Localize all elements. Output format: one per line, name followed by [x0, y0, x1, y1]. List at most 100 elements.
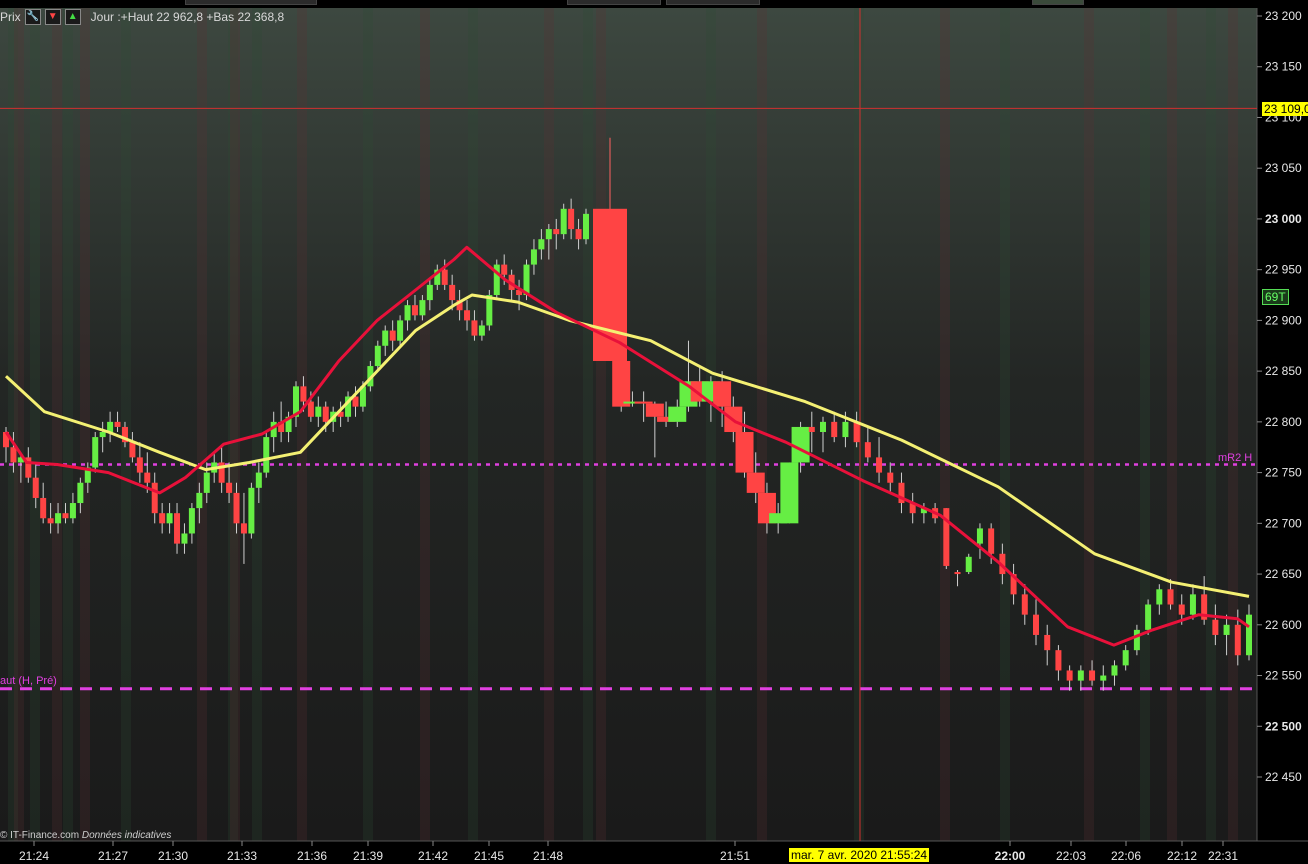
wrench-icon[interactable]: 🔧: [24, 9, 41, 25]
candle-body: [181, 533, 188, 544]
y-tick-label: 22 850: [1265, 364, 1302, 378]
candle-body: [831, 421, 838, 438]
y-tick-label: 22 600: [1265, 618, 1302, 632]
candle-body: [560, 208, 567, 235]
candle-body: [99, 432, 106, 438]
candle-body: [1234, 624, 1241, 656]
y-tick-label: 23 050: [1265, 161, 1302, 175]
candle-body: [464, 310, 471, 321]
candle-body: [69, 503, 76, 519]
candle-body: [233, 492, 240, 524]
time-stripe: [544, 8, 554, 841]
time-stripe: [1000, 8, 1010, 841]
candle-body: [486, 295, 493, 326]
candle-body: [1145, 604, 1152, 630]
candle-body: [1066, 670, 1073, 681]
x-tick-label: 21:33: [227, 849, 257, 863]
candle-body: [780, 462, 799, 524]
time-stripe: [30, 8, 40, 841]
time-stripe: [583, 8, 593, 841]
level-label-haut: aut (H, Pré): [0, 675, 57, 687]
cursor-date-tag: mar. 7 avr. 2020 21:55:24: [789, 848, 930, 862]
candle-body: [151, 482, 158, 514]
level-label-mr2: mR2 H: [1218, 452, 1253, 464]
x-tick-label: 22:31: [1208, 849, 1238, 863]
x-tick-label: 22:12: [1167, 849, 1197, 863]
toolbar-fragment[interactable]: [1032, 0, 1084, 5]
candle-body: [876, 457, 883, 473]
candle-body: [1021, 594, 1028, 615]
time-stripe: [1084, 8, 1094, 841]
candle-body: [1212, 619, 1219, 635]
candle-body: [307, 401, 314, 417]
candle-body: [1100, 675, 1107, 681]
candle-body: [668, 406, 687, 422]
time-stripe: [121, 8, 131, 841]
candle-body: [32, 477, 39, 498]
time-stripe: [252, 8, 262, 841]
candle-body: [568, 208, 575, 230]
candle-body: [1167, 589, 1174, 605]
candle-body: [315, 406, 322, 417]
toolbar-fragment[interactable]: [185, 0, 317, 5]
candle-body: [240, 523, 247, 534]
x-tick-label: 22:03: [1056, 849, 1086, 863]
y-tick-label: 22 900: [1265, 313, 1302, 327]
time-stripe: [468, 8, 478, 841]
candle-body: [77, 482, 84, 504]
candle-body: [1223, 624, 1230, 635]
candle-body: [575, 229, 582, 240]
candle-body: [374, 345, 381, 367]
toolbar-fragment[interactable]: [666, 0, 760, 5]
candle-body: [397, 320, 404, 341]
candle-body: [1033, 614, 1039, 635]
cursor-price-tag: 23 109,0: [1262, 102, 1308, 116]
candle: [493, 259, 500, 301]
y-axis-panel: [1257, 8, 1308, 864]
toolbar-fragment[interactable]: [567, 0, 661, 5]
candle-body: [553, 229, 560, 235]
candle-body: [196, 492, 203, 509]
time-stripe: [1140, 8, 1150, 841]
day-range-info: Jour :+Haut 22 962,8 +Bas 22 368,8: [90, 10, 285, 24]
candle-body: [1111, 665, 1118, 676]
arrow-down-icon[interactable]: ▼: [44, 9, 61, 25]
candle-body: [746, 472, 765, 493]
candle-body: [735, 432, 754, 473]
candle-body: [136, 457, 143, 473]
time-stripe: [297, 8, 307, 841]
candle-body: [887, 472, 894, 483]
chart-root: 23 200 23 150 23 100 23 050 23 000 22 950 22 9…: [0, 0, 1308, 864]
candle-body: [853, 421, 860, 443]
x-tick-label: 21:24: [19, 849, 49, 863]
candle-body: [1044, 634, 1051, 651]
x-tick-label: 21:45: [474, 849, 504, 863]
candle-body: [501, 264, 508, 275]
candle-body: [203, 472, 210, 493]
count-badge: 69T: [1262, 289, 1289, 305]
candle-body: [791, 426, 810, 463]
candle-body: [1089, 670, 1096, 681]
y-tick-label: 22 750: [1265, 466, 1302, 480]
candle-body: [389, 330, 396, 341]
candle-body: [1077, 670, 1084, 681]
time-stripe: [1206, 8, 1216, 841]
candle-body: [820, 421, 826, 433]
y-tick-label: 22 650: [1265, 567, 1302, 581]
candle-body: [1189, 594, 1196, 615]
candle-body: [40, 497, 47, 519]
x-tick-label: 21:30: [158, 849, 188, 863]
candle-body: [62, 513, 69, 519]
candle-body: [382, 330, 389, 346]
credit-line: © IT-Finance.com Données indicatives: [0, 830, 171, 841]
chart-canvas[interactable]: 23 20023 15023 10023 05023 00022 95022 9…: [0, 0, 1308, 864]
candle-body: [114, 421, 121, 427]
time-stripe: [230, 8, 240, 841]
x-tick-label: 21:39: [353, 849, 383, 863]
y-tick-label: 22 550: [1265, 669, 1302, 683]
candle-body: [988, 528, 995, 554]
arrow-up-icon[interactable]: ▲: [64, 9, 81, 25]
candle: [965, 553, 972, 575]
candle-body: [144, 472, 151, 483]
candle-body: [263, 437, 270, 473]
